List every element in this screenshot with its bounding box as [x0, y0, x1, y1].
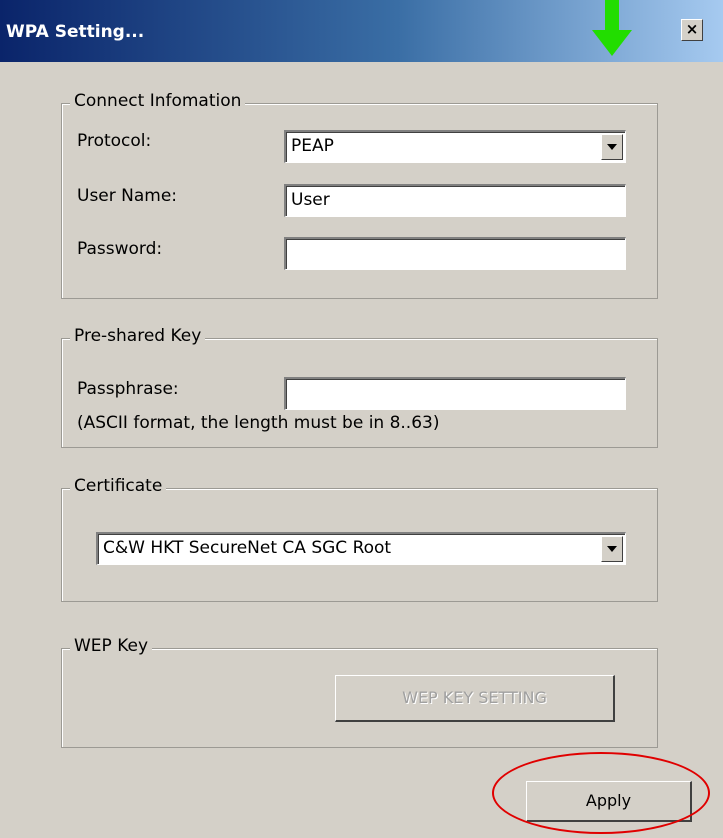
protocol-select[interactable]: PEAP: [284, 130, 626, 163]
chevron-down-icon[interactable]: [601, 536, 623, 562]
connect-info-legend: Connect Infomation: [70, 91, 246, 111]
wpa-setting-dialog: WPA Setting... × Connect Infomation Prot…: [0, 0, 723, 838]
username-value: User: [291, 190, 330, 210]
passphrase-label: Passphrase:: [77, 379, 179, 399]
passphrase-hint: (ASCII format, the length must be in 8..…: [77, 413, 440, 433]
passphrase-field[interactable]: [284, 377, 626, 410]
chevron-down-icon[interactable]: [601, 134, 623, 160]
certificate-legend: Certificate: [70, 476, 167, 496]
username-label: User Name:: [77, 186, 178, 206]
close-icon: ×: [685, 20, 699, 38]
green-arrow-icon: [592, 0, 632, 56]
protocol-label: Protocol:: [77, 131, 152, 151]
preshared-key-legend: Pre-shared Key: [70, 326, 206, 346]
username-field[interactable]: User: [284, 184, 626, 217]
password-label: Password:: [77, 239, 163, 259]
certificate-value: C&W HKT SecureNet CA SGC Root: [103, 538, 392, 558]
protocol-value: PEAP: [291, 136, 334, 156]
wep-key-setting-button[interactable]: WEP KEY SETTING: [335, 675, 615, 722]
wep-key-legend: WEP Key: [70, 636, 153, 656]
password-field[interactable]: [284, 237, 626, 270]
certificate-select[interactable]: C&W HKT SecureNet CA SGC Root: [96, 532, 626, 565]
close-button[interactable]: ×: [681, 19, 703, 41]
highlight-oval: [492, 752, 710, 834]
window-title: WPA Setting...: [6, 22, 145, 42]
